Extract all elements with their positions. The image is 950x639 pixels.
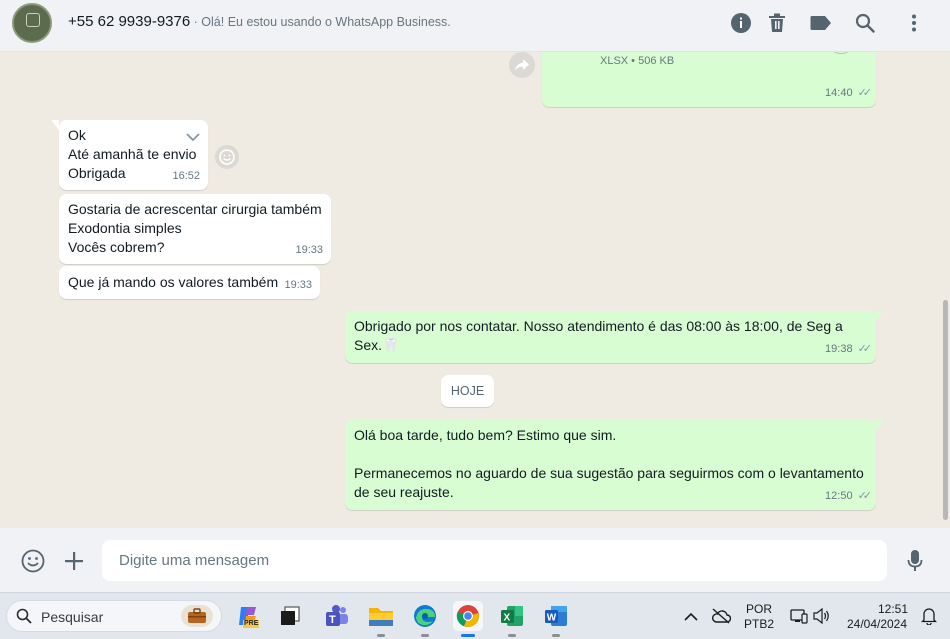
chat-area[interactable]: XLSX • 506 KB 14:40 ✓✓ Ok Até amanhã te e… [0, 52, 950, 528]
message-time: 19:38 ✓✓ [825, 340, 873, 359]
message-time: 16:52 [172, 170, 200, 182]
outgoing-message[interactable]: Olá boa tarde, tudo bem? Estimo que sim.… [345, 420, 884, 510]
word-icon[interactable]: W [541, 601, 571, 637]
bubble-tail [51, 120, 59, 130]
file-meta: XLSX • 506 KB [600, 55, 675, 67]
running-indicator [421, 634, 429, 637]
emoji-reaction-icon[interactable] [215, 145, 239, 169]
download-icon[interactable] [826, 52, 856, 54]
input-language[interactable]: POR PTB2 [743, 602, 775, 632]
trash-icon[interactable] [765, 11, 789, 35]
message-time: 19:33 [295, 244, 323, 256]
info-icon[interactable] [729, 11, 753, 35]
bubble-tail [876, 311, 884, 321]
running-indicator [377, 634, 385, 637]
search-icon [16, 608, 32, 629]
read-ticks-icon: ✓✓ [857, 490, 873, 502]
excel-icon[interactable]: X [497, 601, 527, 637]
cloud-offline-icon[interactable] [706, 601, 736, 631]
chrome-icon[interactable] [453, 601, 483, 637]
contact-info[interactable]: +55 62 9939-9376 · Olá! Eu estou usando … [68, 13, 451, 31]
message-text: Gostaria de acrescentar cirurgia também … [68, 201, 322, 255]
microphone-icon[interactable] [902, 548, 928, 574]
day-divider: HOJE [441, 375, 494, 407]
running-indicator [508, 634, 516, 637]
emoji-icon[interactable] [20, 548, 46, 574]
windows-taskbar: Pesquisar PRE T X W POR PTB2 12:51 24/04… [0, 592, 950, 639]
file-message-bubble[interactable]: XLSX • 506 KB 14:40 ✓✓ [542, 52, 876, 107]
notification-bell-icon[interactable] [914, 601, 944, 631]
svg-text:W: W [547, 613, 557, 624]
bubble-tail [876, 420, 884, 430]
message-text: Que já mando os valores também [68, 274, 279, 290]
message-time: 12:50 ✓✓ [825, 487, 873, 506]
label-icon[interactable] [809, 11, 833, 35]
message-text: Obrigado por nos contatar. Nosso atendim… [354, 318, 843, 353]
message-time: 14:40 ✓✓ [825, 84, 873, 103]
preview-badge: PRE [243, 620, 260, 628]
incoming-message[interactable]: Gostaria de acrescentar cirurgia também … [59, 194, 331, 264]
message-input[interactable] [102, 540, 887, 581]
clock[interactable]: 12:51 24/04/2024 [838, 602, 916, 632]
read-ticks-icon: ✓✓ [857, 343, 873, 355]
incoming-message[interactable]: Que já mando os valores também 19:33 [59, 266, 320, 299]
message-time: 19:33 [284, 279, 312, 291]
contact-avatar[interactable] [12, 3, 52, 43]
search-label: Pesquisar [41, 609, 104, 625]
teams-icon[interactable]: T [322, 601, 352, 631]
attach-plus-icon[interactable] [61, 548, 87, 574]
contact-name: +55 62 9939-9376 [68, 13, 191, 30]
menu-icon[interactable] [902, 11, 926, 35]
svg-text:X: X [504, 613, 511, 624]
search-icon[interactable] [853, 11, 877, 35]
edge-icon[interactable] [410, 601, 440, 637]
svg-text:T: T [329, 614, 336, 626]
running-indicator [552, 634, 560, 637]
task-view-icon[interactable] [275, 601, 305, 631]
outgoing-message[interactable]: Obrigado por nos contatar. Nosso atendim… [345, 311, 884, 363]
briefcase-icon [181, 605, 213, 627]
message-text: Olá boa tarde, tudo bem? Estimo que sim.… [354, 427, 864, 500]
copilot-icon[interactable]: PRE [233, 601, 263, 631]
chevron-up-icon[interactable] [676, 601, 706, 631]
chat-header: +55 62 9939-9376 · Olá! Eu estou usando … [0, 0, 950, 52]
forward-icon[interactable] [509, 52, 535, 78]
chat-scrollbar[interactable] [943, 300, 948, 520]
incoming-message[interactable]: Ok Até amanhã te envio Obrigada 16:52 [51, 120, 208, 190]
message-composer [0, 528, 950, 592]
volume-icon[interactable] [806, 601, 836, 631]
tooth-emoji: 🦷 [382, 337, 400, 353]
read-ticks-icon: ✓✓ [857, 87, 873, 99]
taskbar-search[interactable]: Pesquisar [6, 600, 222, 632]
active-indicator [461, 634, 475, 637]
contact-status: · Olá! Eu estou usando o WhatsApp Busine… [190, 15, 451, 29]
file-explorer-icon[interactable] [366, 601, 396, 637]
chevron-down-icon[interactable] [186, 128, 200, 147]
